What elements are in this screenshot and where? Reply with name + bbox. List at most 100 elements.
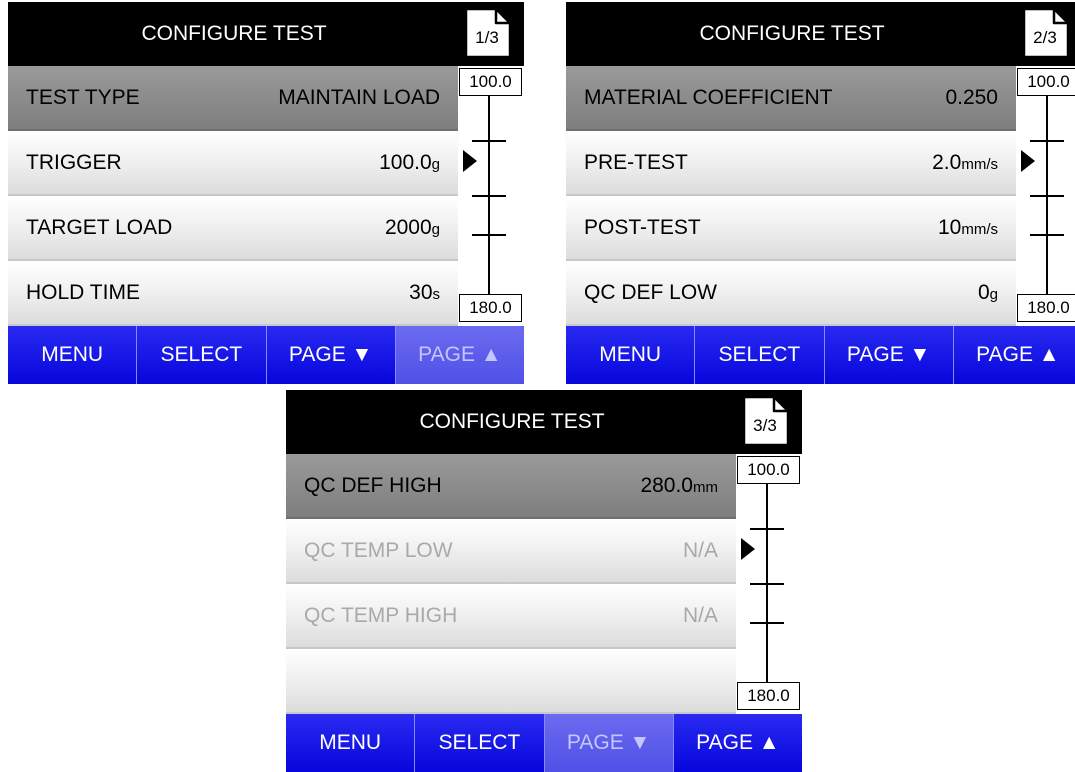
scroll-track[interactable] [458,96,524,294]
setting-unit: g [431,156,440,173]
setting-label: TRIGGER [26,151,122,174]
setting-unit: mm/s [961,221,998,238]
setting-value-number: N/A [682,539,718,562]
setting-label: QC TEMP HIGH [304,604,458,627]
page-icon: 3/3 [740,395,794,449]
scrollbar[interactable]: 100.0 180.0 [736,454,802,714]
menu-button[interactable]: MENU [8,326,138,384]
title-bar: CONFIGURE TEST 1/3 [8,2,524,66]
setting-value: MAINTAIN LOAD [278,66,440,131]
setting-row[interactable]: POST-TEST 10mm/s [566,196,1016,261]
setting-label: TEST TYPE [26,86,140,109]
scroll-top-label: 100.0 [459,68,522,96]
title-bar: CONFIGURE TEST 2/3 [566,2,1075,66]
page-up-button[interactable]: PAGE ▲ [953,326,1075,384]
configure-test-screen-2: CONFIGURE TEST 2/3 MATERIAL COEFFICIENT 0.2… [566,2,1075,384]
page-up-button[interactable]: PAGE ▲ [395,326,524,384]
setting-row[interactable]: PRE-TEST 2.0mm/s [566,131,1016,196]
setting-row[interactable]: QC DEF LOW 0g [566,261,1016,326]
setting-label: QC DEF LOW [584,281,718,304]
setting-label: POST-TEST [584,216,701,239]
setting-row[interactable]: MATERIAL COEFFICIENT 0.250 [566,66,1016,131]
scroll-track[interactable] [1016,96,1075,294]
setting-unit: mm/s [961,156,998,173]
setting-value: 30s [409,261,440,326]
setting-row[interactable]: TEST TYPE MAINTAIN LOAD [8,66,458,131]
settings-list: TEST TYPE MAINTAIN LOAD TRIGGER 100.0g TARGE… [8,66,458,326]
setting-value: 10mm/s [938,196,998,261]
setting-value-number: 2.0 [932,151,962,174]
screen-title: CONFIGURE TEST [419,410,605,433]
setting-value: N/A [683,519,718,584]
setting-value: N/A [683,584,718,649]
scroll-tick [750,583,784,585]
page-up-button[interactable]: PAGE ▲ [673,714,802,772]
setting-value: 100.0g [379,131,440,196]
scrollbar[interactable]: 100.0 180.0 [1016,66,1075,326]
setting-value: 280.0mm [640,454,718,519]
setting-label: QC DEF HIGH [304,474,442,497]
setting-label: PRE-TEST [584,151,688,174]
setting-label: HOLD TIME [26,281,140,304]
menu-button[interactable]: MENU [566,326,696,384]
setting-row[interactable]: TARGET LOAD 2000g [8,196,458,261]
setting-label: QC TEMP LOW [304,539,453,562]
screen-title: CONFIGURE TEST [141,22,327,45]
scroll-tick [472,234,506,236]
setting-label: MATERIAL COEFFICIENT [584,86,833,109]
scroll-bottom-label: 180.0 [1017,294,1075,322]
scroll-tick [472,140,506,142]
page-down-button[interactable]: PAGE ▼ [824,326,954,384]
scroll-tick [1030,195,1064,197]
title-bar: CONFIGURE TEST 3/3 [286,390,802,454]
page-indicator: 1/3 [475,28,499,47]
scroll-bottom-label: 180.0 [737,682,800,710]
select-button[interactable]: SELECT [137,326,267,384]
setting-unit: g [431,221,440,238]
setting-value: 0.250 [945,66,998,131]
select-button[interactable]: SELECT [415,714,545,772]
page-down-button[interactable]: PAGE ▼ [544,714,674,772]
setting-row[interactable]: QC TEMP LOW N/A [286,519,736,584]
page-indicator: 3/3 [753,416,777,435]
settings-list: MATERIAL COEFFICIENT 0.250 PRE-TEST 2.0mm/s… [566,66,1016,326]
scroll-tick [1030,234,1064,236]
setting-value: 2000g [385,196,440,261]
setting-row [286,649,736,714]
scroll-top-label: 100.0 [1017,68,1075,96]
setting-label: TARGET LOAD [26,216,173,239]
setting-value-number: 30 [409,281,433,304]
scrollbar[interactable]: 100.0 180.0 [458,66,524,326]
scroll-top-label: 100.0 [737,456,800,484]
setting-row[interactable]: QC DEF HIGH 280.0mm [286,454,736,519]
triangle-right-icon [741,538,755,560]
setting-unit: g [989,286,998,303]
select-button[interactable]: SELECT [695,326,825,384]
menu-button[interactable]: MENU [286,714,416,772]
button-bar: MENU SELECT PAGE ▼ PAGE ▲ [8,326,524,384]
scroll-tick [750,528,784,530]
page-indicator: 2/3 [1033,28,1057,47]
configure-test-screen-1: CONFIGURE TEST 1/3 TEST TYPE MAINTAIN LOAD T… [8,2,524,384]
setting-value-number: 2000 [384,216,432,239]
page-icon: 2/3 [1020,7,1074,61]
setting-value-number: N/A [682,604,718,627]
setting-row[interactable]: HOLD TIME 30s [8,261,458,326]
scroll-tick [750,622,784,624]
scroll-tick [472,195,506,197]
screen-title: CONFIGURE TEST [699,22,885,45]
button-bar: MENU SELECT PAGE ▼ PAGE ▲ [286,714,802,772]
scroll-track[interactable] [736,484,802,682]
page-down-button[interactable]: PAGE ▼ [266,326,396,384]
page-icon: 1/3 [462,7,516,61]
setting-value-number: MAINTAIN LOAD [278,86,440,109]
setting-value: 0g [978,261,998,326]
setting-unit: mm [693,479,718,496]
setting-row[interactable]: QC TEMP HIGH N/A [286,584,736,649]
setting-unit: s [432,286,441,303]
setting-value-number: 10 [937,216,962,239]
button-bar: MENU SELECT PAGE ▼ PAGE ▲ [566,326,1075,384]
setting-value-number: 280.0 [640,474,693,497]
setting-row[interactable]: TRIGGER 100.0g [8,131,458,196]
settings-list: QC DEF HIGH 280.0mm QC TEMP LOW N/A QC TEMP … [286,454,736,714]
